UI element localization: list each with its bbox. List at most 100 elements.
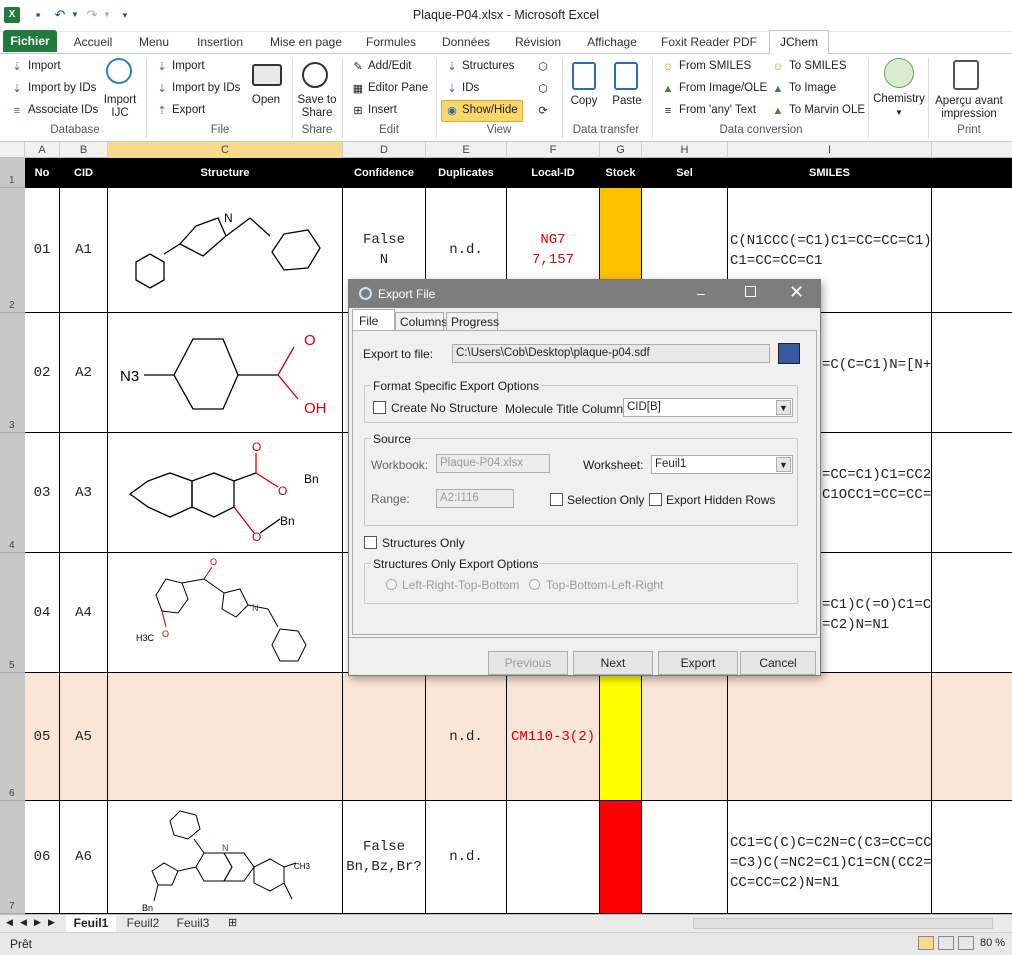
column-header-d[interactable]: D xyxy=(343,142,426,158)
sheet-tab-feuil3[interactable]: Feuil3 xyxy=(170,915,216,932)
row-header[interactable]: 5 xyxy=(0,553,25,673)
tab-insertion[interactable]: Insertion xyxy=(192,35,248,54)
cell-empty[interactable] xyxy=(932,801,1012,914)
file-import-button[interactable]: Import xyxy=(172,60,205,72)
select-all-corner[interactable] xyxy=(0,142,25,158)
cell-structure[interactable] xyxy=(108,673,343,801)
cell-no[interactable]: 01 xyxy=(25,188,60,313)
tab-menu[interactable]: Menu xyxy=(133,35,175,54)
db-import-button[interactable]: Import xyxy=(28,60,61,72)
export-path-field[interactable]: C:\Users\Cob\Desktop\plaque-p04.sdf xyxy=(452,344,770,363)
export-button[interactable]: Export xyxy=(658,651,738,675)
cell-no[interactable]: 03 xyxy=(25,433,60,553)
tblr-radio[interactable] xyxy=(529,579,540,590)
column-header-b[interactable]: B xyxy=(60,142,108,158)
row-header[interactable]: 6 xyxy=(0,673,25,801)
refresh-icon[interactable]: ⟳ xyxy=(536,104,550,118)
close-icon[interactable]: ✕ xyxy=(789,282,804,303)
selection-only-checkbox[interactable] xyxy=(550,493,563,506)
sheet-tab-feuil1[interactable]: Feuil1 xyxy=(66,915,116,932)
new-sheet-icon[interactable]: ⊞ xyxy=(228,916,237,929)
maximize-icon[interactable] xyxy=(745,286,756,297)
cell-duplicates[interactable]: n.d. xyxy=(426,801,507,914)
prev-sheet-icon[interactable]: ◀ xyxy=(20,917,27,928)
cell-local-id[interactable]: CM110-3(2) xyxy=(507,673,600,801)
print-preview-button[interactable]: Aperçu avant impression xyxy=(930,95,1008,121)
from-image-ole-button[interactable]: From Image/OLE xyxy=(679,82,767,94)
cell-cid[interactable]: A1 xyxy=(60,188,108,313)
view-option-icon-1[interactable]: ⬡ xyxy=(536,60,550,74)
file-import-by-ids-button[interactable]: Import by IDs xyxy=(172,82,240,94)
copy-button[interactable]: Copy xyxy=(566,95,602,108)
zoom-level[interactable]: 80 % xyxy=(980,937,1005,949)
cell-cid[interactable]: A6 xyxy=(60,801,108,914)
import-ijc-button[interactable]: Import IJC xyxy=(98,94,142,120)
file-export-button[interactable]: Export xyxy=(172,104,205,116)
page-layout-icon[interactable] xyxy=(938,936,954,950)
cell-structure[interactable]: O H3C O N xyxy=(108,553,343,673)
editor-pane-button[interactable]: Editor Pane xyxy=(368,82,428,94)
column-header-e[interactable]: E xyxy=(426,142,507,158)
chevron-down-icon[interactable]: ▼ xyxy=(776,457,791,472)
column-header-h[interactable]: H xyxy=(642,142,728,158)
cell-cid[interactable]: A2 xyxy=(60,313,108,433)
cell-structure[interactable]: N xyxy=(108,188,343,313)
tab-columns[interactable]: Columns xyxy=(395,312,447,331)
next-button[interactable]: Next xyxy=(573,651,653,675)
worksheet-select[interactable]: Feuil1 xyxy=(651,455,793,474)
cell-no[interactable]: 02 xyxy=(25,313,60,433)
view-option-icon-2[interactable]: ⬡ xyxy=(536,82,550,96)
lrtb-radio[interactable] xyxy=(386,579,397,590)
db-associate-ids-button[interactable]: Associate IDs xyxy=(28,104,98,116)
add-edit-button[interactable]: Add/Edit xyxy=(368,60,411,72)
header-stock[interactable]: Stock xyxy=(600,158,642,188)
row-header[interactable]: 7 xyxy=(0,801,25,914)
last-sheet-icon[interactable]: ▶ xyxy=(48,917,55,928)
cell-empty[interactable] xyxy=(932,553,1012,673)
header-no[interactable]: No xyxy=(25,158,60,188)
header-smiles[interactable]: SMILES xyxy=(728,158,932,188)
cancel-button[interactable]: Cancel xyxy=(740,651,816,675)
previous-button[interactable]: Previous xyxy=(488,651,568,675)
view-ids-button[interactable]: IDs xyxy=(462,82,479,94)
column-header-g[interactable]: G xyxy=(600,142,642,158)
molecule-title-select[interactable]: CID[B] xyxy=(623,398,793,417)
page-break-icon[interactable] xyxy=(958,936,974,950)
header-sel[interactable]: Sel xyxy=(642,158,728,188)
chemistry-dropdown-icon[interactable]: ▼ xyxy=(893,106,905,119)
cell-sel[interactable] xyxy=(642,673,728,801)
tab-jchem[interactable]: JChem xyxy=(769,30,829,55)
dialog-title-bar[interactable]: Export File – ✕ xyxy=(349,280,820,308)
cell-structure[interactable]: Bn N CH3 xyxy=(108,801,343,914)
cell-structure[interactable]: O O Bn O Bn xyxy=(108,433,343,553)
open-button[interactable]: Open xyxy=(246,94,286,107)
header-cid[interactable]: CID xyxy=(60,158,108,188)
insert-button[interactable]: Insert xyxy=(368,104,397,116)
next-sheet-icon[interactable]: ▶ xyxy=(34,917,41,928)
row-header[interactable]: 4 xyxy=(0,433,25,553)
cell-cid[interactable]: A4 xyxy=(60,553,108,673)
cell-confidence[interactable]: False Bn,Bz,Br? xyxy=(343,801,426,914)
tab-foxit[interactable]: Foxit Reader PDF xyxy=(660,35,758,54)
row-header[interactable]: 1 xyxy=(0,158,25,188)
to-image-button[interactable]: To Image xyxy=(789,82,836,94)
cell-no[interactable]: 06 xyxy=(25,801,60,914)
from-any-text-button[interactable]: From 'any' Text xyxy=(679,104,756,116)
header-duplicates[interactable]: Duplicates xyxy=(426,158,507,188)
cell-empty[interactable] xyxy=(932,313,1012,433)
create-no-structure-checkbox[interactable] xyxy=(373,401,386,414)
tab-affichage[interactable]: Affichage xyxy=(583,35,641,54)
cell-no[interactable]: 05 xyxy=(25,673,60,801)
cell-structure[interactable]: N3 O OH xyxy=(108,313,343,433)
export-hidden-rows-checkbox[interactable] xyxy=(649,493,662,506)
header-empty[interactable] xyxy=(932,158,1012,188)
tab-formules[interactable]: Formules xyxy=(363,35,419,54)
browse-file-icon[interactable] xyxy=(778,343,800,364)
from-smiles-button[interactable]: From SMILES xyxy=(679,60,751,72)
cell-empty[interactable] xyxy=(932,433,1012,553)
tab-revision[interactable]: Révision xyxy=(512,35,564,54)
tab-file[interactable]: File xyxy=(352,309,395,331)
cell-stock[interactable] xyxy=(600,801,642,914)
row-header[interactable]: 3 xyxy=(0,313,25,433)
cell-local-id[interactable] xyxy=(507,801,600,914)
